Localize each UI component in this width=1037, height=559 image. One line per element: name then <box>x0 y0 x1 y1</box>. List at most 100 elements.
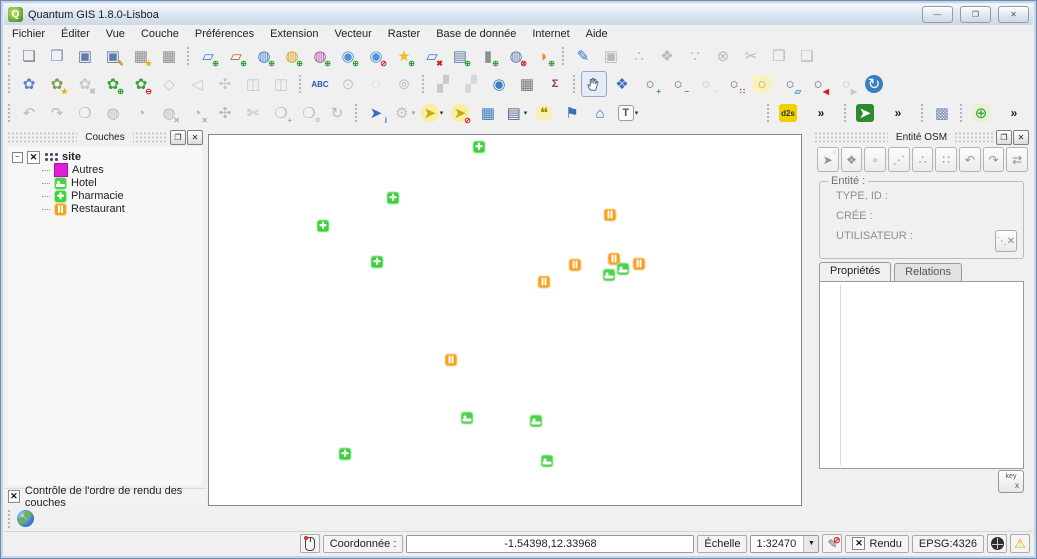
save-project[interactable]: ▣ <box>72 43 98 69</box>
new-bookmark[interactable]: ⚑ <box>559 100 585 126</box>
toolbar-drag-handle[interactable] <box>572 74 577 94</box>
crs-button[interactable]: EPSG:4326 <box>911 534 984 553</box>
osm-plugin-overflow[interactable]: » <box>996 100 1032 126</box>
zoom-to-selection[interactable]: ○ ∷ <box>721 71 747 97</box>
add-all-to-overview[interactable]: ✿ ★ <box>44 71 70 97</box>
minimize-button[interactable]: — <box>922 6 953 23</box>
osm-plugin[interactable]: ⊕ <box>968 100 994 126</box>
new-print-composer[interactable]: ▦ ★ <box>128 43 154 69</box>
remove-layer[interactable]: ▱ ✖ <box>419 43 445 69</box>
add-wms-layer[interactable]: ◉ ⊕ <box>335 43 361 69</box>
composer-manager[interactable]: ▦ <box>156 43 182 69</box>
message-log-button[interactable]: ⚠ <box>1010 534 1030 553</box>
add-osm-data[interactable]: ◗ ⊕ <box>531 43 557 69</box>
gps-tools[interactable]: ▮ ⊕ <box>475 43 501 69</box>
tile-plugin[interactable]: ▦ <box>514 71 540 97</box>
marker-pharmacie[interactable] <box>386 191 400 205</box>
osm-close-button[interactable]: ✕ <box>1013 130 1029 145</box>
new-shapefile-layer[interactable]: ★ ⊕ <box>391 43 417 69</box>
zoom-last[interactable]: ○ ◀ <box>805 71 831 97</box>
toggle-editing[interactable]: ✎ <box>570 43 596 69</box>
toolbar-drag-handle[interactable] <box>959 103 964 123</box>
marker-restaurant[interactable] <box>537 275 551 289</box>
close-button[interactable]: ✕ <box>998 6 1029 23</box>
osm-move-feature[interactable]: ❖ <box>840 147 863 172</box>
save-project-as[interactable]: ▣ ✎ <box>100 43 126 69</box>
select-features-dropdown[interactable]: ▾ <box>440 109 444 117</box>
run-feature-action-dropdown[interactable]: ▾ <box>412 109 416 117</box>
osm-create-relation[interactable]: ∷ <box>935 147 958 172</box>
layers-float-button[interactable]: ❐ <box>170 130 186 145</box>
add-wfs-layer[interactable]: ◉ ⊘ <box>363 43 389 69</box>
crs-status-button[interactable] <box>987 534 1007 553</box>
marker-restaurant[interactable] <box>603 208 617 222</box>
add-to-overview[interactable]: ✿ <box>16 71 42 97</box>
layers-close-button[interactable]: ✕ <box>187 130 203 145</box>
image-plugin[interactable]: ▩ <box>929 100 955 126</box>
legend-item-autres[interactable]: Autres <box>42 163 202 177</box>
toolbar-drag-handle[interactable] <box>920 103 925 123</box>
osm-identify-feature[interactable]: ➤ ○ <box>817 147 839 172</box>
add-spatialite-layer[interactable]: ◍ ⊕ <box>279 43 305 69</box>
refresh-map[interactable]: ↻ <box>861 71 887 97</box>
new-project[interactable]: ❏ <box>16 43 42 69</box>
text-annotation-dropdown[interactable]: ▾ <box>635 109 639 117</box>
text-annotation[interactable]: T ▾ <box>615 100 641 126</box>
osm-create-polygon[interactable]: ∴ <box>911 147 934 172</box>
marker-hotel[interactable] <box>529 414 543 428</box>
dxf2shp-overflow[interactable]: » <box>803 100 839 126</box>
add-vector-layer[interactable]: ▱ ⊕ <box>195 43 221 69</box>
pan-to-selection[interactable]: ❖ <box>609 71 635 97</box>
marker-pharmacie[interactable] <box>316 219 330 233</box>
open-attribute-table[interactable]: ▦ <box>475 100 501 126</box>
zoom-out[interactable]: ○ − <box>665 71 691 97</box>
mouse-position-toggle[interactable] <box>299 534 320 553</box>
menu-vecteur[interactable]: Vecteur <box>326 27 379 41</box>
marker-pharmacie[interactable] <box>370 255 384 269</box>
legend-item-restaurant[interactable]: Restaurant <box>42 202 202 216</box>
marker-restaurant[interactable] <box>632 257 646 271</box>
scale-combo[interactable]: 1:32470 ▼ <box>750 534 820 553</box>
marker-restaurant[interactable] <box>444 353 458 367</box>
marker-pharmacie[interactable] <box>338 447 352 461</box>
toolbar-drag-handle[interactable] <box>843 103 848 123</box>
osm-create-line[interactable]: ⋰ <box>888 147 910 172</box>
add-raster-layer[interactable]: ▱ ⊕ <box>223 43 249 69</box>
menu-vue[interactable]: Vue <box>98 27 133 41</box>
marker-hotel[interactable] <box>460 411 474 425</box>
menu-preferences[interactable]: Préférences <box>187 27 262 41</box>
layer-checkbox-site[interactable]: ✕ <box>27 150 40 164</box>
tab-relations[interactable]: Relations <box>894 263 962 281</box>
show-all-layers[interactable]: ✿ ⊕ <box>100 71 126 97</box>
menu-internet[interactable]: Internet <box>524 27 577 41</box>
menu-editer[interactable]: Éditer <box>53 27 98 41</box>
add-mssql-layer[interactable]: ◍ ⊕ <box>307 43 333 69</box>
plugin-tool-overflow[interactable]: » <box>880 100 916 126</box>
select-features[interactable]: ➤ ▾ <box>419 100 445 126</box>
toolbar-drag-handle[interactable] <box>298 74 303 94</box>
tab-proprietes[interactable]: Propriétés <box>819 262 892 281</box>
menu-couche[interactable]: Couche <box>133 27 187 41</box>
toolbar-drag-handle[interactable] <box>7 46 12 66</box>
menu-fichier[interactable]: Fichier <box>4 27 53 41</box>
toolbar-drag-handle[interactable] <box>561 46 566 66</box>
osm-upload[interactable]: ⇄ <box>1006 147 1029 172</box>
osm-float-button[interactable]: ❐ <box>996 130 1012 145</box>
map-tips[interactable]: ❝ <box>531 100 557 126</box>
marker-pharmacie[interactable] <box>472 140 486 154</box>
toolbar-drag-handle[interactable] <box>7 103 12 123</box>
open-project[interactable]: ❒ <box>44 43 70 69</box>
remove-tag-button[interactable]: key x <box>998 470 1024 493</box>
coordinate-input[interactable]: -1.54398,12.33968 <box>406 534 695 553</box>
sum-statistics[interactable]: Σ <box>542 71 568 97</box>
identify-features[interactable]: ➤ i <box>363 100 389 126</box>
stop-rendering-button[interactable]: ✎ ⊘ <box>822 534 843 553</box>
map-canvas[interactable] <box>208 134 802 506</box>
marker-restaurant[interactable] <box>568 258 582 272</box>
zoom-in[interactable]: ○ + <box>637 71 663 97</box>
layer-order-checkbox[interactable]: ✕ <box>8 490 20 503</box>
toolbar-drag-handle[interactable] <box>7 74 12 94</box>
globe-plugin[interactable]: ◉ <box>486 71 512 97</box>
toolbar-drag-handle[interactable] <box>7 508 12 529</box>
db-manager[interactable]: ◍ ⊗ <box>503 43 529 69</box>
